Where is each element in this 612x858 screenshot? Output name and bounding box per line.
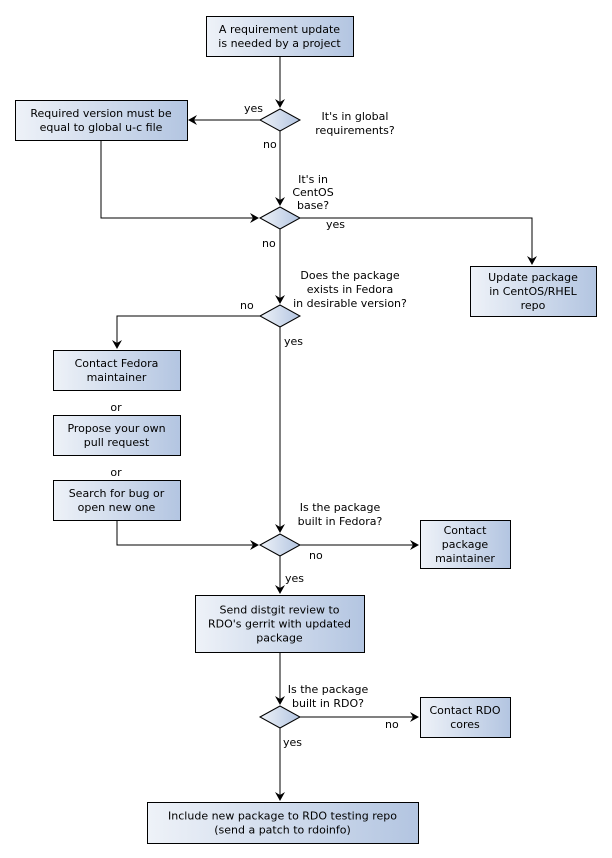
edge-label-yes: yes — [283, 736, 302, 749]
box-label: package — [256, 632, 303, 645]
edge-label-no: no — [263, 138, 277, 151]
edge-label-yes: yes — [284, 335, 303, 348]
box-label: (send a patch to rdoinfo) — [214, 824, 351, 837]
box-label: Update package — [488, 271, 578, 284]
box-label: A requirement update — [219, 23, 340, 36]
edge-label-yes: yes — [326, 218, 345, 231]
flowchart: A requirement updateis needed by a proje… — [15, 16, 597, 844]
box-label: package — [442, 538, 489, 551]
edge-label-or: or — [110, 401, 122, 414]
box-label: pull request — [84, 436, 150, 449]
box-label: Contact Fedora — [75, 357, 159, 370]
box-label: Search for bug or — [69, 487, 165, 500]
edge-label-or: or — [110, 466, 122, 479]
decision-label: built in RDO? — [292, 697, 364, 710]
decision-diamond-d1 — [258, 108, 302, 132]
box-label: is needed by a project — [218, 37, 341, 50]
decision-diamond-d2 — [258, 206, 302, 230]
box-label: repo — [521, 299, 546, 312]
box-label: RDO's gerrit with updated — [208, 618, 351, 631]
edge-label-no: no — [262, 237, 276, 250]
box-label: in CentOS/RHEL — [489, 285, 577, 298]
box-label: Contact — [444, 524, 487, 537]
decision-label: requirements? — [315, 124, 395, 137]
decision-label: It's in — [298, 173, 328, 186]
edge-label-no: no — [385, 718, 399, 731]
box-label: cores — [450, 718, 480, 731]
box-label: open new one — [78, 501, 156, 514]
box-label: equal to global u-c file — [40, 121, 163, 134]
box-label: Contact RDO — [429, 704, 500, 717]
decision-label: in desirable version? — [293, 297, 407, 310]
edge-label-yes: yes — [244, 102, 263, 115]
box-label: maintainer — [87, 371, 147, 384]
decision-label: exists in Fedora — [307, 283, 393, 296]
box-label: Propose your own — [67, 422, 165, 435]
box-label: Required version must be — [30, 107, 171, 120]
decision-label: base? — [297, 199, 329, 212]
decision-label: It's in global — [322, 110, 389, 123]
decision-label: Does the package — [300, 269, 399, 282]
box-label: Send distgit review to — [219, 604, 339, 617]
box-label: Include new package to RDO testing repo — [168, 810, 397, 823]
decision-diamond-d4 — [258, 533, 302, 557]
decision-label: Is the package — [300, 501, 381, 514]
decision-label: Is the package — [288, 683, 369, 696]
decision-label: built in Fedora? — [298, 515, 383, 528]
box-label: maintainer — [435, 552, 495, 565]
edge-label-yes: yes — [285, 572, 304, 585]
edge-label-no: no — [309, 549, 323, 562]
edge-label-no: no — [240, 299, 254, 312]
decision-label: CentOS — [292, 186, 333, 199]
